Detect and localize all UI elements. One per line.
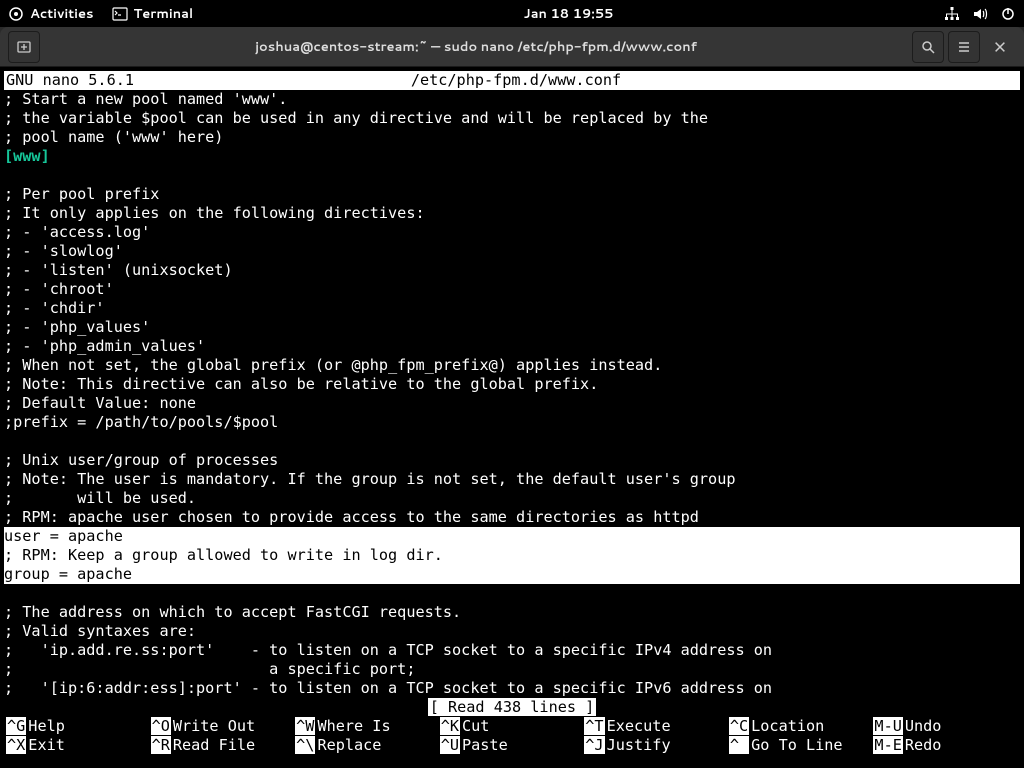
search-button[interactable] [912, 31, 944, 63]
shortcut: ^WWhere Is [295, 717, 440, 736]
window-title: joshua@centos-stream:~ — sudo nano /etc/… [42, 38, 910, 56]
nano-shortcuts: ^GHelp ^OWrite Out ^WWhere Is ^KCut ^TEx… [4, 717, 1020, 755]
shortcut: ^KCut [440, 717, 585, 736]
activities-button[interactable]: Activities [8, 5, 94, 23]
shortcut: ^RRead File [151, 736, 296, 755]
shortcut: ^XExit [6, 736, 151, 755]
shortcut: ^GHelp [6, 717, 151, 736]
shortcut: ^JJustify [584, 736, 729, 755]
nano-header: GNU nano 5.6.1 /etc/php-fpm.d/www.conf [4, 71, 1020, 90]
editor-text-mid: ; Per pool prefix ; It only applies on t… [4, 166, 1020, 527]
editor-highlight: user = apache ; RPM: Keep a group allowe… [4, 527, 1020, 584]
activities-label: Activities [30, 5, 94, 23]
nano-status: [ Read 438 lines ] [4, 698, 1020, 717]
menu-button[interactable] [948, 31, 980, 63]
shortcut: M-UUndo [873, 717, 1018, 736]
shortcut: ^\Replace [295, 736, 440, 755]
shortcut: ^CLocation [729, 717, 874, 736]
shortcut: M-ERedo [873, 736, 1018, 755]
close-button[interactable] [984, 31, 1016, 63]
shortcut: ^ Go To Line [729, 736, 874, 755]
power-icon [1000, 6, 1016, 22]
shortcut: ^TExecute [584, 717, 729, 736]
network-icon [944, 6, 960, 22]
volume-icon [972, 6, 988, 22]
editor-text-post: ; The address on which to accept FastCGI… [4, 584, 1020, 698]
clock[interactable]: Jan 18 19:55 [193, 5, 944, 23]
app-menu-label: Terminal [134, 5, 194, 23]
activities-icon [8, 6, 24, 22]
shortcut: ^UPaste [440, 736, 585, 755]
terminal-icon [112, 6, 128, 22]
new-tab-button[interactable] [8, 31, 40, 63]
system-tray[interactable] [944, 6, 1016, 22]
editor-text-pre: ; Start a new pool named 'www'. ; the va… [4, 90, 1020, 147]
shortcut: ^OWrite Out [151, 717, 296, 736]
gnome-topbar: Activities Terminal Jan 18 19:55 [0, 0, 1024, 27]
nano-filepath: /etc/php-fpm.d/www.conf [14, 71, 1018, 90]
window-titlebar: joshua@centos-stream:~ — sudo nano /etc/… [0, 27, 1024, 67]
editor-pool-header: [www] [4, 147, 1020, 166]
app-menu[interactable]: Terminal [112, 5, 194, 23]
terminal-content[interactable]: GNU nano 5.6.1 /etc/php-fpm.d/www.conf ;… [0, 67, 1024, 759]
terminal-window: joshua@centos-stream:~ — sudo nano /etc/… [0, 27, 1024, 759]
